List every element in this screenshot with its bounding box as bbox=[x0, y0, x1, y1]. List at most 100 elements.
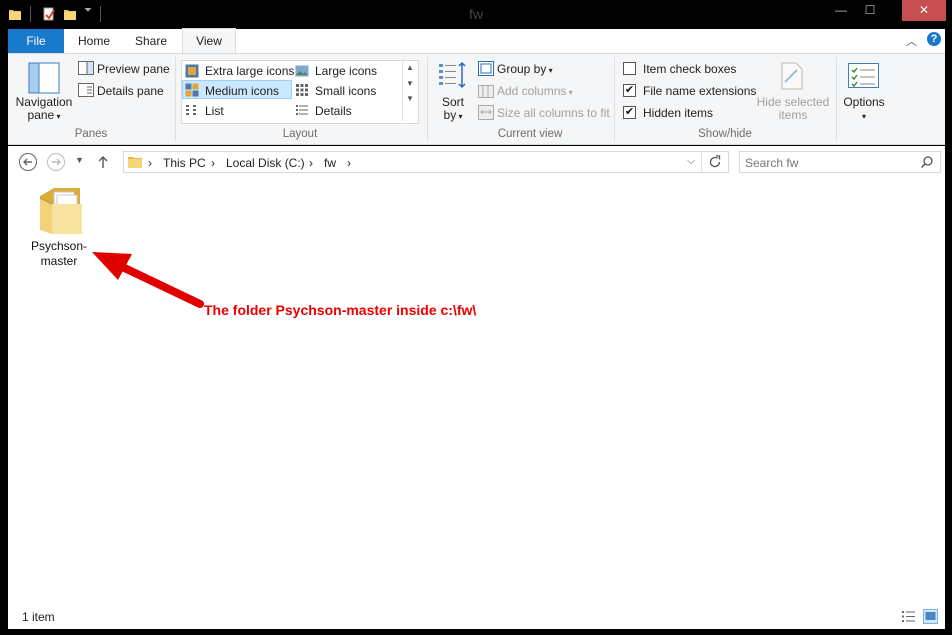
file-name-extensions-label: File name extensions bbox=[643, 84, 757, 98]
maximize-button[interactable]: ☐ bbox=[857, 0, 883, 21]
group-by-label: Group by bbox=[497, 62, 547, 76]
breadcrumb-this-pc[interactable]: This PC bbox=[163, 156, 206, 170]
sort-by-button[interactable]: Sort by ▾ bbox=[436, 96, 470, 123]
breadcrumb-fw[interactable]: fw bbox=[324, 156, 336, 170]
options-icon bbox=[848, 63, 879, 88]
size-columns-icon bbox=[478, 105, 494, 120]
scroll-up-icon[interactable]: ▲ bbox=[403, 63, 417, 72]
search-input[interactable] bbox=[743, 154, 912, 172]
group-label-show-hide: Show/hide bbox=[698, 128, 752, 140]
back-icon[interactable] bbox=[18, 152, 38, 172]
expand-gallery-icon[interactable]: ▼ bbox=[403, 94, 417, 103]
group-separator bbox=[614, 57, 615, 141]
address-bar[interactable]: › This PC › Local Disk (C:) › fw › ⌵ bbox=[123, 151, 729, 173]
hide-selected-label-2: items bbox=[778, 108, 808, 122]
hidden-items-checkbox[interactable]: ✔ bbox=[623, 106, 636, 119]
tab-file[interactable]: File bbox=[8, 29, 64, 53]
folder-item[interactable]: Psychson- master bbox=[22, 186, 96, 272]
preview-pane-button[interactable]: Preview pane bbox=[97, 62, 170, 76]
item-count: 1 item bbox=[22, 610, 55, 624]
chevron-down-icon: ▾ bbox=[861, 112, 866, 121]
item-check-boxes-checkbox[interactable] bbox=[623, 62, 636, 75]
group-separator bbox=[427, 57, 428, 141]
group-by-button[interactable]: Group by ▾ bbox=[497, 62, 553, 76]
annotation-arrow-icon bbox=[92, 252, 204, 308]
search-box[interactable] bbox=[739, 151, 941, 173]
sort-by-label: Sort bbox=[441, 95, 464, 109]
title-bar: ⏷ fw — ☐ ✕ bbox=[0, 0, 952, 28]
large-icons-view-icon[interactable] bbox=[923, 609, 938, 624]
scroll-down-icon[interactable]: ▼ bbox=[403, 79, 417, 88]
folder-name: Psychson- master bbox=[22, 239, 96, 269]
options-label: Options bbox=[843, 95, 885, 109]
refresh-icon[interactable] bbox=[708, 155, 722, 169]
up-icon[interactable] bbox=[97, 155, 109, 169]
add-columns-icon bbox=[478, 85, 494, 98]
tab-view[interactable]: View bbox=[182, 28, 236, 53]
folder-name-line: master bbox=[40, 254, 78, 268]
details-view-icon[interactable] bbox=[901, 610, 916, 623]
tab-share[interactable]: Share bbox=[123, 29, 179, 53]
annotation-text: The folder Psychson-master inside c:\fw\ bbox=[204, 302, 477, 318]
minimize-button[interactable]: — bbox=[828, 0, 854, 21]
options-button[interactable]: Options ▾ bbox=[840, 96, 888, 123]
layout-small-icons[interactable]: Small icons bbox=[315, 84, 376, 98]
small-icons-icon bbox=[296, 84, 308, 96]
tab-home[interactable]: Home bbox=[66, 29, 122, 53]
ribbon-view: Navigation pane ▾ Preview pane Details p… bbox=[8, 53, 945, 145]
breadcrumb-separator[interactable]: › bbox=[347, 156, 351, 170]
breadcrumb-separator[interactable]: › bbox=[148, 156, 152, 170]
file-name-extensions-checkbox[interactable]: ✔ bbox=[623, 84, 636, 97]
navigation-pane-icon bbox=[28, 62, 60, 94]
layout-details[interactable]: Details bbox=[315, 104, 352, 118]
folder-name-line: Psychson- bbox=[30, 239, 88, 253]
hide-selected-icon bbox=[781, 62, 803, 90]
medium-icons-icon bbox=[185, 83, 199, 97]
preview-pane-icon bbox=[78, 61, 94, 75]
breadcrumb-separator[interactable]: › bbox=[309, 156, 313, 170]
group-label-panes: Panes bbox=[74, 128, 108, 140]
breadcrumb-separator[interactable]: › bbox=[211, 156, 215, 170]
forward-icon[interactable] bbox=[46, 152, 66, 172]
chevron-down-icon: ▾ bbox=[566, 88, 573, 97]
layout-medium-icons[interactable]: Medium icons bbox=[205, 84, 279, 98]
group-separator bbox=[836, 57, 837, 141]
address-row: ▼ › This PC › Local Disk (C:) › fw › ⌵ bbox=[8, 146, 945, 178]
window-title: fw bbox=[469, 6, 483, 22]
layout-extra-large-icons[interactable]: Extra large icons bbox=[205, 64, 294, 78]
chevron-down-icon: ▾ bbox=[54, 112, 61, 121]
breadcrumb-local-disk[interactable]: Local Disk (C:) bbox=[226, 156, 305, 170]
file-list: Psychson- master The folder Psychson-mas… bbox=[8, 178, 945, 605]
divider bbox=[701, 152, 702, 172]
size-all-columns-button: Size all columns to fit bbox=[497, 106, 610, 120]
group-by-icon bbox=[478, 61, 494, 76]
navigation-pane-button[interactable]: Navigation pane ▾ bbox=[15, 96, 73, 123]
group-separator bbox=[175, 57, 176, 141]
list-icon bbox=[186, 105, 196, 115]
search-icon bbox=[920, 156, 933, 169]
layout-list[interactable]: List bbox=[205, 104, 224, 118]
add-columns-label: Add columns bbox=[497, 84, 567, 98]
help-icon[interactable]: ? bbox=[927, 32, 941, 46]
hide-selected-label: Hide selected bbox=[756, 95, 830, 109]
details-pane-button[interactable]: Details pane bbox=[97, 84, 164, 98]
item-check-boxes-label: Item check boxes bbox=[643, 62, 737, 76]
chevron-down-icon: ▾ bbox=[546, 66, 553, 75]
explorer-window: ⏷ fw — ☐ ✕ File Home Share View ︿ ? Navi… bbox=[0, 0, 952, 635]
recent-locations-icon[interactable]: ▼ bbox=[75, 155, 84, 165]
close-button[interactable]: ✕ bbox=[902, 0, 946, 21]
status-bar: 1 item bbox=[8, 605, 945, 629]
collapse-ribbon-icon[interactable]: ︿ bbox=[906, 33, 917, 49]
ribbon-tabs: File Home Share View ︿ ? bbox=[8, 28, 945, 53]
group-label-layout: Layout bbox=[282, 128, 318, 140]
add-columns-button: Add columns ▾ bbox=[497, 84, 573, 98]
hidden-items-label: Hidden items bbox=[643, 106, 714, 120]
large-icons-icon bbox=[295, 65, 309, 77]
sort-by-label-2: by bbox=[443, 108, 457, 122]
details-icon bbox=[296, 105, 308, 115]
layout-large-icons[interactable]: Large icons bbox=[315, 64, 377, 78]
layout-scrollbar[interactable]: ▲ ▼ ▼ bbox=[402, 61, 417, 121]
details-pane-icon bbox=[78, 83, 94, 97]
folder-icon bbox=[39, 188, 82, 234]
address-dropdown-icon[interactable]: ⌵ bbox=[687, 155, 695, 168]
